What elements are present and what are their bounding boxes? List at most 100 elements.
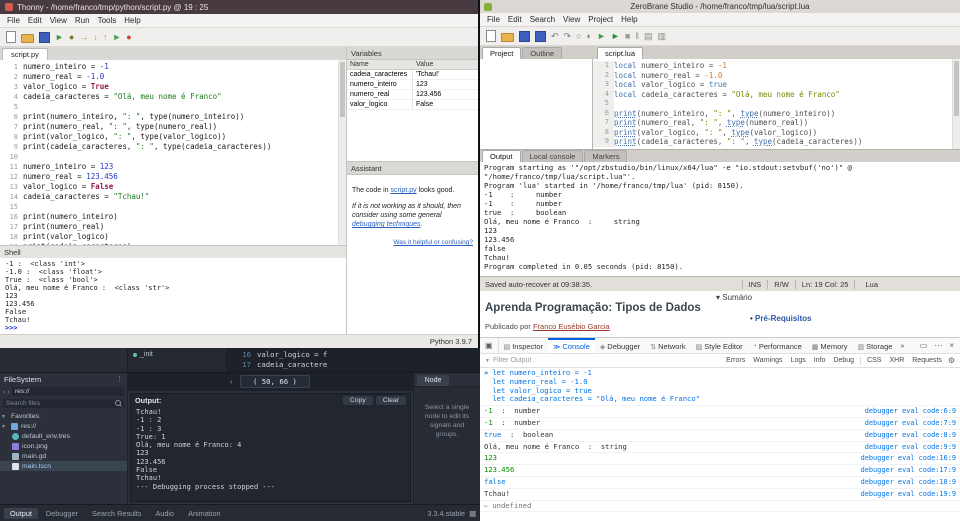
devtools-tab-network[interactable]: ⇅Network [645, 338, 690, 353]
variable-row[interactable]: numero_inteiro123 [347, 80, 478, 90]
devtools-tab-memory[interactable]: ▦Memory [807, 338, 853, 353]
break-button[interactable]: ‖ [635, 31, 639, 42]
replace-button[interactable]: ◐ [587, 31, 592, 42]
summary-toggle[interactable]: ▾ Sumário [716, 293, 752, 302]
variable-row[interactable]: cadeia_caracteres'Tchau!' [347, 70, 478, 80]
debug-button[interactable]: ● [69, 32, 74, 43]
resume-button[interactable]: ► [112, 32, 121, 43]
console-source-link[interactable]: debugger eval code:8:9 [857, 431, 956, 440]
devtools-menu-icon[interactable]: ⋯ [934, 341, 942, 350]
zbs-menu-help[interactable]: Help [617, 15, 641, 24]
path-breadcrumb[interactable]: res:// [12, 387, 124, 396]
filter-requests[interactable]: Requests [910, 357, 944, 364]
gdscript-code[interactable]: 16valor_logico = f17cadeia_caractere [227, 348, 480, 372]
find-button[interactable]: ○ [576, 31, 581, 42]
thonny-menu-view[interactable]: View [46, 16, 71, 25]
devtools-tab-debugger[interactable]: ◈Debugger [595, 338, 645, 353]
fs-item-main-gd[interactable]: main.gd [0, 451, 127, 461]
console-source-link[interactable]: debugger eval code:19:9 [853, 490, 956, 499]
assistant-feedback-link[interactable]: Was it helpful or confusing? [393, 239, 473, 246]
bottom-tab-output[interactable]: Output [4, 508, 38, 519]
variable-row[interactable]: numero_real123.456 [347, 90, 478, 100]
zbs-menu-project[interactable]: Project [584, 15, 617, 24]
thonny-code-editor[interactable]: 1numero_inteiro = -12numero_real = -1.03… [0, 60, 346, 245]
node-dock-tab[interactable]: Node [417, 375, 449, 386]
open-file-button[interactable] [21, 34, 34, 43]
thonny-shell[interactable]: -1 : <class 'int'>-1.0 : <class 'float'>… [0, 258, 346, 334]
zbs-menu-edit[interactable]: Edit [504, 15, 526, 24]
undo-button[interactable]: ↶ [551, 31, 559, 42]
zbs-menu-view[interactable]: View [559, 15, 584, 24]
console-source-link[interactable]: debugger eval code:9:9 [857, 443, 956, 452]
editor-tab-script-py[interactable]: script.py [2, 48, 48, 60]
fs-item-default-env-tres[interactable]: default_env.tres [0, 431, 127, 441]
editor-tab-script-lua[interactable]: script.lua [597, 47, 643, 59]
console-settings-icon[interactable]: ⚙ [948, 356, 955, 365]
debugging-techniques-link[interactable]: debugging techniques [352, 221, 421, 228]
thonny-titlebar[interactable]: Thonny - /home/franco/tmp/python/script.… [0, 0, 478, 14]
new-file-button[interactable] [6, 31, 16, 43]
devtools-tab-inspector[interactable]: ▤Inspector [499, 338, 548, 353]
zbs-menu-search[interactable]: Search [526, 15, 559, 24]
script-py-link[interactable]: script.py [391, 187, 417, 194]
bottom-tab-debugger[interactable]: Debugger [40, 508, 84, 519]
devtools-tab-style-editor[interactable]: ▨Style Editor [691, 338, 748, 353]
devtools-tab-storage[interactable]: ▥Storage [853, 338, 898, 353]
thonny-menu-tools[interactable]: Tools [94, 16, 121, 25]
devtools-tab-performance[interactable]: ◔Performance [748, 338, 807, 353]
open-file-button[interactable] [501, 33, 514, 42]
console-source-link[interactable]: debugger eval code:7:9 [857, 419, 956, 428]
dock-menu-icon[interactable]: ⋮ [116, 375, 123, 383]
chevron-left-icon[interactable]: ‹ [230, 377, 233, 386]
bottom-tab-animation[interactable]: Animation [182, 508, 226, 519]
filter-debug[interactable]: Debug [831, 357, 856, 364]
bottom-tab-search-results[interactable]: Search Results [86, 508, 147, 519]
new-file-button[interactable] [486, 30, 496, 42]
shell-prompt[interactable]: >>> [5, 324, 341, 332]
project-tree[interactable] [480, 59, 593, 149]
zbs-menu-file[interactable]: File [483, 15, 504, 24]
filter-css[interactable]: CSS [865, 357, 883, 364]
copy-button[interactable]: Copy [343, 396, 373, 405]
variable-row[interactable]: valor_logicoFalse [347, 100, 478, 110]
console-view-button[interactable]: ▥ [657, 31, 666, 42]
scrollbar-thumb[interactable] [954, 61, 959, 116]
filter-xhr[interactable]: XHR [887, 357, 906, 364]
tab-output[interactable]: Output [482, 150, 521, 162]
lua-code-editor[interactable]: 1local numero_inteiro = -12local numero_… [593, 59, 960, 149]
devtools-tab-console[interactable]: ≫Console [548, 338, 595, 353]
search-files-input[interactable]: Search files [3, 399, 124, 408]
step-out-button[interactable]: ↑ [103, 32, 108, 43]
godot-output-console[interactable]: Tchau!-1 : 2-1 : 3True: 1Olá, meu nome é… [131, 407, 410, 501]
pick-element-icon[interactable]: ▣ [480, 338, 499, 353]
thonny-menu-edit[interactable]: Edit [24, 16, 46, 25]
console-source-link[interactable]: debugger eval code:6:9 [857, 407, 956, 416]
back-icon[interactable]: ‹ [3, 387, 6, 396]
fs-item-main-tscn[interactable]: main.tscn [0, 461, 127, 471]
editor-scrollbar[interactable] [338, 60, 346, 245]
tab-markers[interactable]: Markers [584, 150, 627, 162]
editor-scrollbar[interactable] [952, 59, 960, 149]
script-member[interactable]: _init [133, 351, 221, 358]
thonny-menu-run[interactable]: Run [71, 16, 94, 25]
console-source-link[interactable]: debugger eval code:16:9 [853, 454, 956, 463]
filter-logs[interactable]: Logs [789, 357, 808, 364]
filter-info[interactable]: Info [812, 357, 828, 364]
start-debugging-button[interactable]: ► [611, 31, 620, 42]
console-source-link[interactable]: debugger eval code:17:9 [853, 466, 956, 475]
run-button[interactable]: ► [597, 31, 606, 42]
prerequisites-link[interactable]: Pré-Requisitos [755, 314, 811, 323]
zerobrane-titlebar[interactable]: ZeroBrane Studio - /home/franco/tmp/lua/… [480, 0, 960, 13]
redo-button[interactable]: ↷ [564, 31, 572, 42]
zerobrane-output[interactable]: Program starting as '"/opt/zbstudio/bin/… [480, 162, 960, 276]
stop-button[interactable]: ● [126, 32, 131, 43]
filter-input[interactable]: Filter Output [493, 357, 532, 364]
thonny-menu-help[interactable]: Help [120, 16, 144, 25]
step-into-button[interactable]: ↓ [93, 32, 98, 43]
author-link[interactable]: Franco Eusébio Garcia [533, 322, 610, 331]
script-list-panel[interactable] [0, 348, 128, 372]
filter-errors[interactable]: Errors [724, 357, 747, 364]
tab-local-console[interactable]: Local console [522, 150, 584, 162]
stop-process-button[interactable]: ■ [625, 31, 630, 42]
run-script-button[interactable]: ► [55, 32, 64, 43]
